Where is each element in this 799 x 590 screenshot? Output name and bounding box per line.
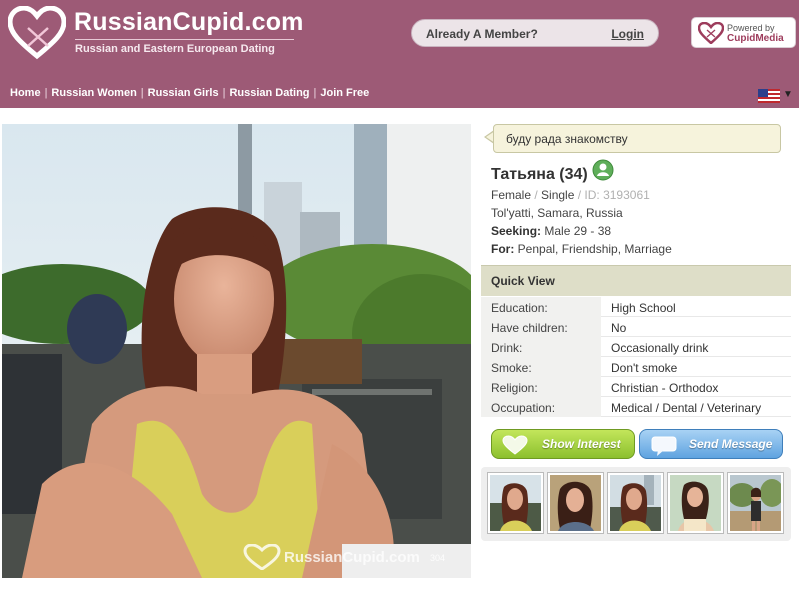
watermark-heart-icon: [243, 544, 281, 570]
seeking-value: Male 29 - 38: [544, 224, 612, 238]
nav-separator: |: [222, 87, 226, 99]
quick-view-value: Medical / Dental / Veterinary: [601, 397, 791, 417]
seeking-label: Seeking:: [491, 224, 542, 238]
nav-separator: |: [140, 87, 144, 99]
online-status-icon: [592, 159, 614, 181]
nav-separator: |: [44, 87, 48, 99]
quick-view-table: Education: High School Have children: No…: [481, 297, 791, 417]
profile-basic-info: Female / Single / ID: 3193061: [491, 188, 650, 202]
member-prompt: Already A Member?: [426, 27, 538, 41]
profile-photo-image: [2, 124, 471, 578]
nav-russian-girls[interactable]: Russian Girls: [148, 87, 219, 99]
profile-name: Татьяна (34): [491, 166, 588, 183]
photo-thumbnail[interactable]: [667, 472, 724, 534]
photo-thumbnail[interactable]: [727, 472, 784, 534]
site-logo-text[interactable]: RussianCupid.com: [74, 8, 304, 37]
quick-view-key: Drink:: [481, 337, 601, 357]
quick-view-row: Religion: Christian - Orthodox: [481, 377, 791, 397]
site-tagline: Russian and Eastern European Dating: [75, 43, 275, 55]
quick-view-key: Occupation:: [481, 397, 601, 417]
quick-view-row: Smoke: Don't smoke: [481, 357, 791, 377]
site-header: RussianCupid.com Russian and Eastern Eur…: [0, 0, 799, 108]
profile-gender: Female: [491, 188, 532, 202]
thumbnail-image: [670, 475, 721, 531]
nav-russian-women[interactable]: Russian Women: [51, 87, 136, 99]
photo-thumbnail-strip: [481, 467, 791, 541]
profile-headline-bubble: буду рада знакомству: [493, 124, 781, 153]
nav-separator: |: [313, 87, 317, 99]
profile-location: Tol'yatti, Samara, Russia: [491, 206, 623, 220]
thumbnail-image: [730, 475, 781, 531]
quick-view-row: Have children: No: [481, 317, 791, 337]
powered-by-label: Powered by: [727, 23, 775, 33]
nav-russian-dating[interactable]: Russian Dating: [229, 87, 309, 99]
quick-view-value: Occasionally drink: [601, 337, 791, 357]
thumbnail-image: [490, 475, 541, 531]
photo-thumbnail[interactable]: [547, 472, 604, 534]
profile-status: Single: [541, 188, 575, 202]
member-login-box: Already A Member? Login: [411, 19, 659, 47]
quick-view-header: Quick View: [481, 265, 791, 296]
quick-view-key: Religion:: [481, 377, 601, 397]
cupidmedia-label: CupidMedia: [727, 33, 784, 44]
for-value: Penpal, Friendship, Marriage: [517, 242, 672, 256]
us-flag-icon[interactable]: [758, 89, 780, 103]
quick-view-row: Occupation: Medical / Dental / Veterinar…: [481, 397, 791, 417]
send-message-label: Send Message: [689, 437, 773, 451]
login-link[interactable]: Login: [611, 27, 644, 41]
cupidmedia-heart-icon: [698, 22, 724, 44]
profile-headline: буду рада знакомству: [506, 132, 628, 146]
send-message-button[interactable]: Send Message: [639, 429, 783, 459]
quick-view-key: Education:: [481, 297, 601, 317]
photo-number: 304: [430, 553, 446, 563]
profile-seeking: Seeking: Male 29 - 38: [491, 224, 611, 238]
thumbnail-image: [550, 475, 601, 531]
cupidmedia-badge[interactable]: Powered by CupidMedia: [691, 17, 796, 48]
show-interest-button[interactable]: Show Interest: [491, 429, 635, 459]
logo-divider: [75, 39, 294, 40]
nav-home[interactable]: Home: [10, 87, 41, 99]
speech-bubble-icon: [651, 436, 677, 456]
quick-view-value: High School: [601, 297, 791, 317]
thumbnail-image: [610, 475, 661, 531]
photo-thumbnail[interactable]: [607, 472, 664, 534]
quick-view-row: Education: High School: [481, 297, 791, 317]
main-nav: Home | Russian Women | Russian Girls | Russian…: [10, 87, 369, 99]
quick-view-value: Don't smoke: [601, 357, 791, 377]
quick-view-value: No: [601, 317, 791, 337]
quick-view-row: Drink: Occasionally drink: [481, 337, 791, 357]
show-interest-label: Show Interest: [542, 437, 621, 451]
quick-view-key: Have children:: [481, 317, 601, 337]
heart-icon: [502, 435, 528, 455]
profile-relationship-goals: For: Penpal, Friendship, Marriage: [491, 242, 672, 256]
quick-view-value: Christian - Orthodox: [601, 377, 791, 397]
photo-watermark: RussianCupid.com 304: [238, 544, 445, 570]
language-dropdown-icon[interactable]: ▼: [783, 89, 793, 100]
watermark-text: RussianCupid.com: [284, 549, 420, 566]
photo-thumbnail[interactable]: [487, 472, 544, 534]
quick-view-title: Quick View: [491, 274, 555, 288]
for-label: For:: [491, 242, 515, 256]
main-profile-photo[interactable]: RussianCupid.com 304: [2, 124, 471, 578]
heart-logo-icon[interactable]: [8, 6, 66, 60]
quick-view-key: Smoke:: [481, 357, 601, 377]
nav-join-free[interactable]: Join Free: [320, 87, 369, 99]
profile-id: ID: 3193061: [584, 188, 650, 202]
